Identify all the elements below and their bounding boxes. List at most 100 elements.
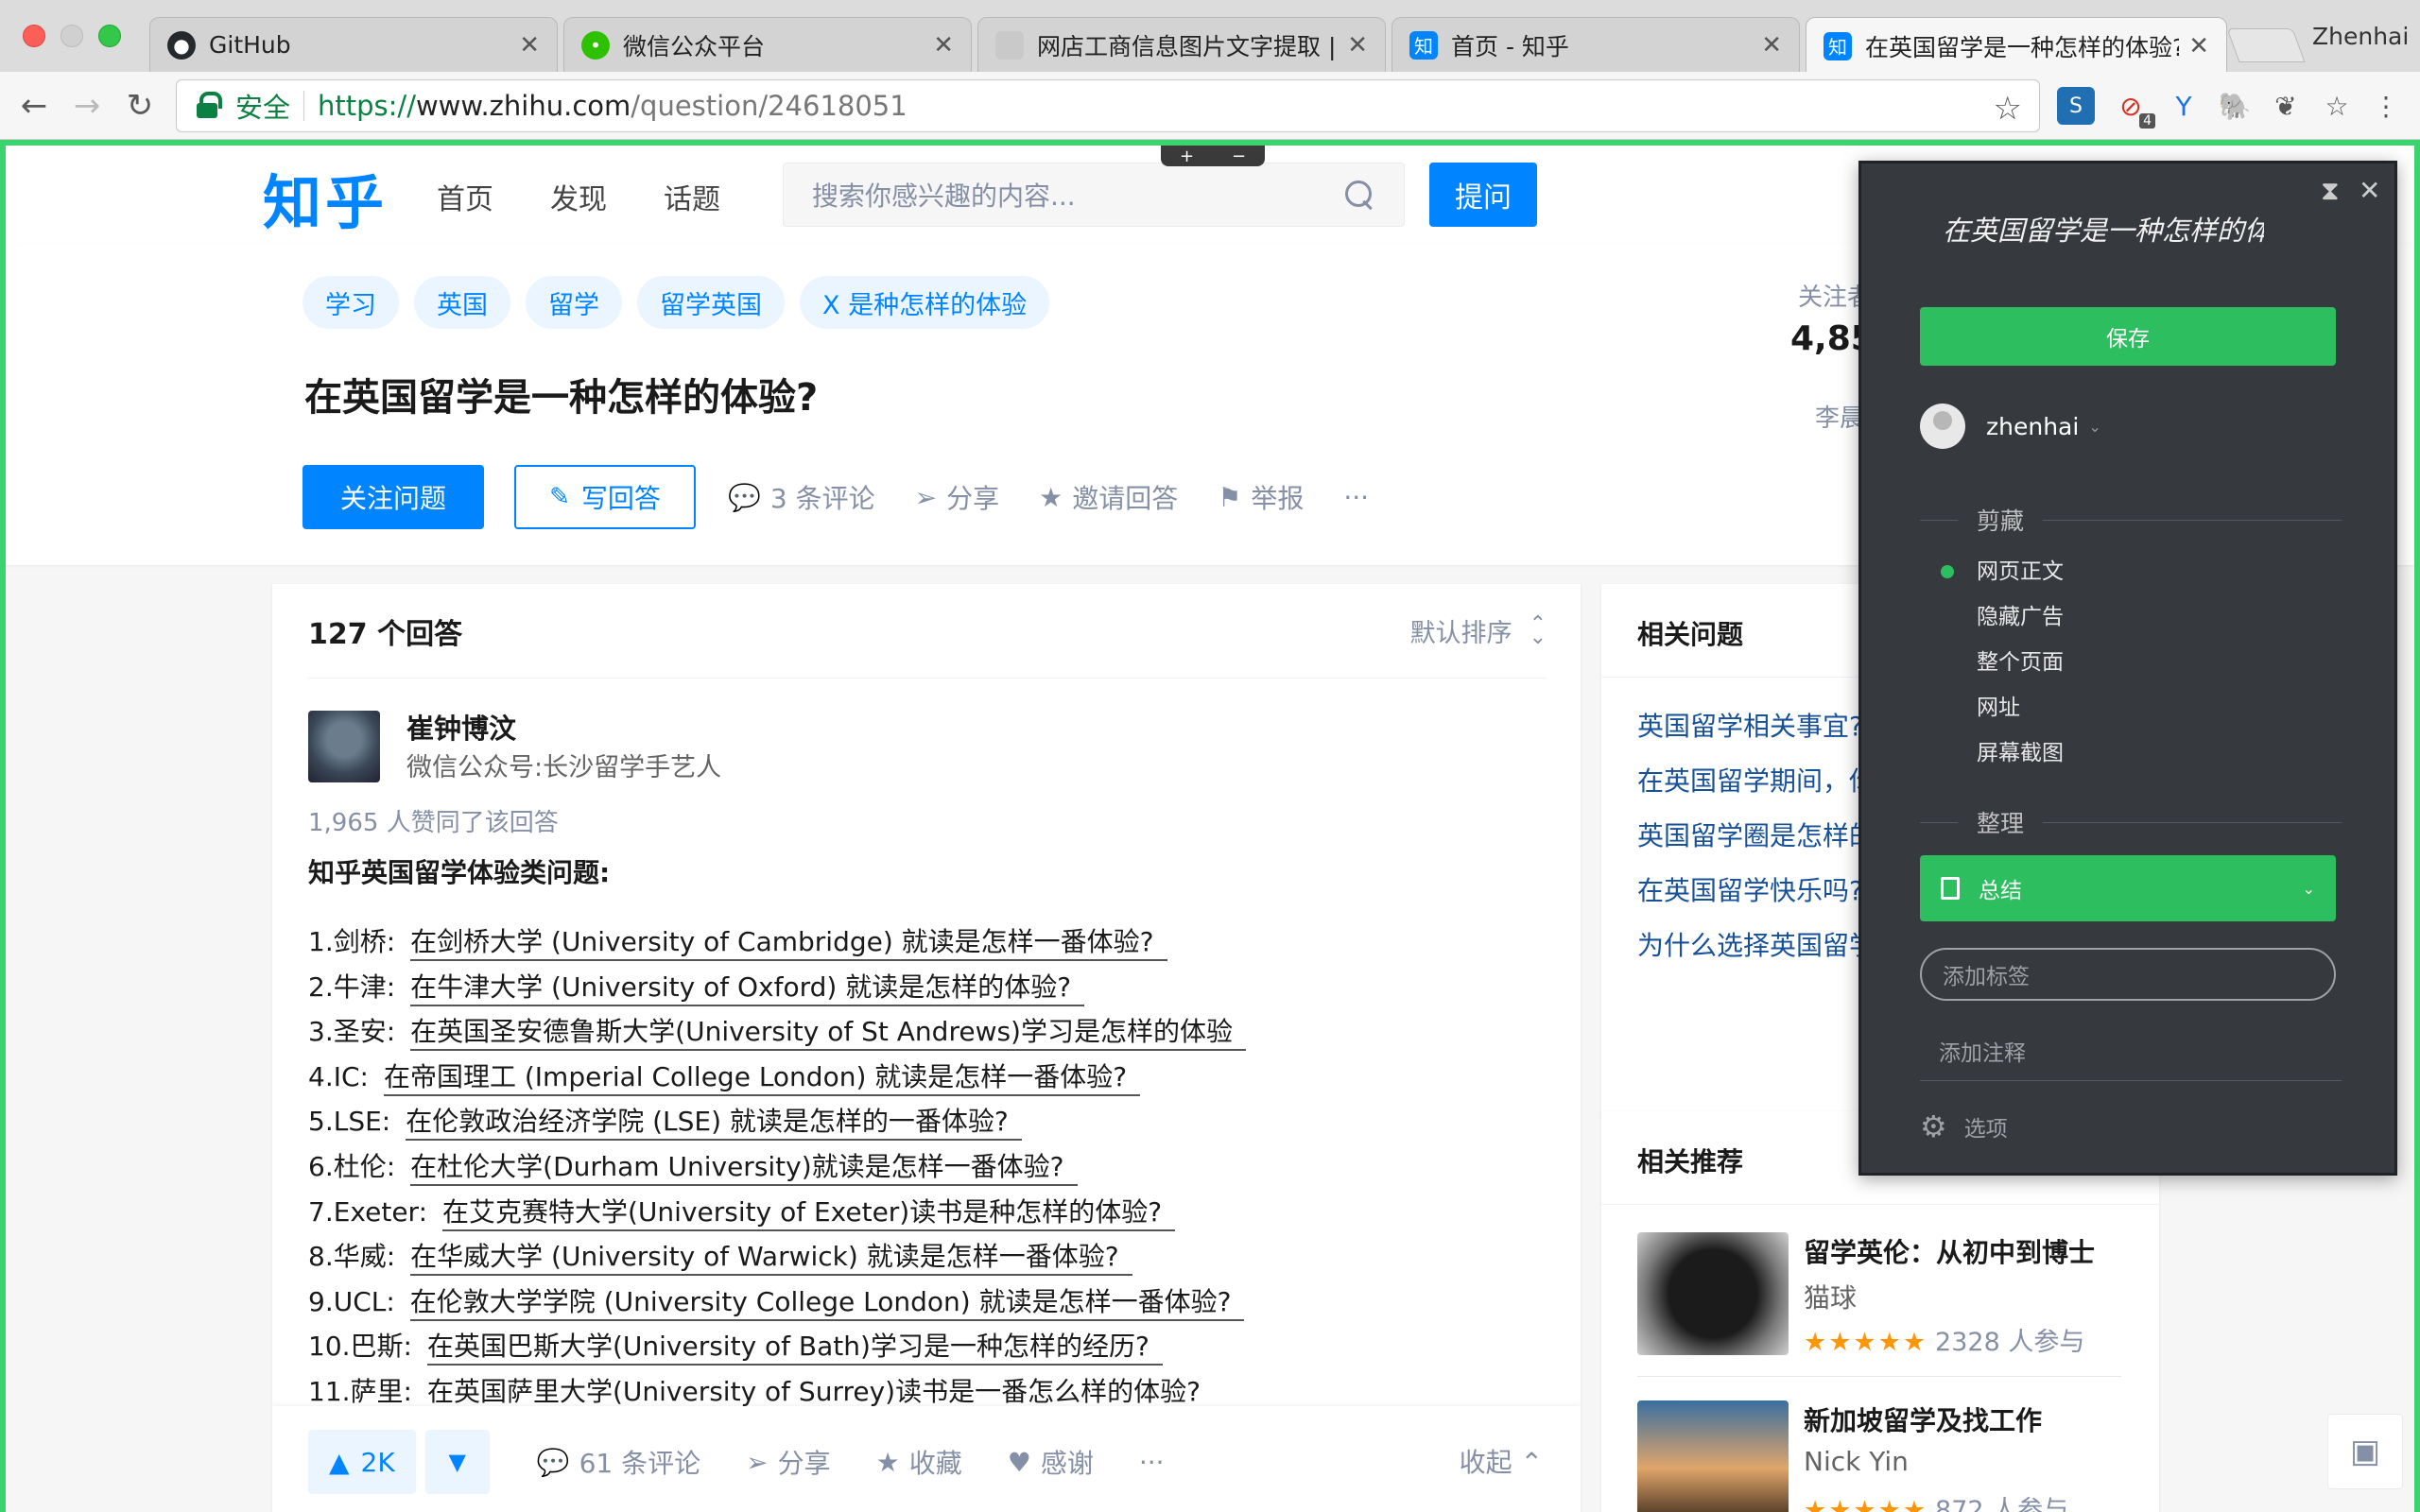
comments-label: 3 条评论 bbox=[769, 483, 875, 514]
profile-name[interactable]: Zhenhai bbox=[2312, 23, 2409, 50]
avatar[interactable] bbox=[308, 711, 380, 782]
zhihu-logo[interactable]: 知乎 bbox=[263, 155, 388, 240]
minus-icon[interactable]: − bbox=[1232, 146, 1246, 166]
answer-comments-button[interactable]: 💬 61 条评论 bbox=[537, 1443, 700, 1481]
tab-github[interactable]: ● GitHub ✕ bbox=[149, 17, 558, 72]
sort-dropdown[interactable]: 默认排序 ⌃ ⌄ bbox=[1410, 612, 1547, 649]
tab-zhihu-home[interactable]: 知 首页 - 知乎 ✕ bbox=[1392, 17, 1800, 72]
nav-explore[interactable]: 发现 bbox=[550, 176, 607, 217]
evernote-web-clipper-icon[interactable]: ❦ bbox=[2267, 87, 2305, 125]
topic-tag[interactable]: 英国 bbox=[414, 276, 510, 329]
topic-tag[interactable]: 留学英国 bbox=[637, 276, 785, 329]
evernote-extension-icon[interactable]: 🐘 bbox=[2216, 87, 2254, 125]
new-tab-button[interactable] bbox=[2226, 28, 2306, 62]
window-minimize-button[interactable] bbox=[60, 25, 83, 47]
question-link[interactable]: 在伦敦政治经济学院 (LSE) 就读是怎样的一番体验? bbox=[406, 1106, 1022, 1142]
close-icon[interactable]: ✕ bbox=[1347, 31, 1368, 60]
invite-answer-button[interactable]: ★ 邀请回答 bbox=[1039, 478, 1178, 516]
bookmark-star-icon[interactable]: ☆ bbox=[1994, 90, 2022, 128]
topic-tag[interactable]: X 是种怎样的体验 bbox=[800, 276, 1050, 329]
write-answer-button[interactable]: ✎ 写回答 bbox=[514, 465, 696, 529]
thanks-label: 感谢 bbox=[1040, 1448, 1094, 1479]
recommend-item[interactable]: 留学英伦：从初中到博士 猫球 ★★★★★ 2328 人参与 bbox=[1637, 1232, 2121, 1377]
answer-share-button[interactable]: ➢ 分享 bbox=[746, 1443, 830, 1481]
question-link[interactable]: 在杜伦大学(Durham University)就读是怎样一番体验? bbox=[410, 1150, 1078, 1186]
follow-question-button[interactable]: 关注问题 bbox=[302, 465, 484, 529]
clip-title-input[interactable]: 在英国留学是一种怎样的体 bbox=[1943, 209, 2264, 249]
account-switcher[interactable]: zhenhai ⌄ bbox=[1920, 404, 2101, 449]
back-icon[interactable]: ← bbox=[13, 85, 55, 127]
collapse-button[interactable]: 收起 ⌃ bbox=[1460, 1442, 1543, 1480]
zhihu-icon: 知 bbox=[1824, 31, 1852, 60]
collect-button[interactable]: ★ 收藏 bbox=[876, 1443, 962, 1481]
screenshot-extension-icon[interactable]: S bbox=[2057, 87, 2095, 125]
close-icon[interactable]: ✕ bbox=[519, 31, 540, 60]
upvote-button[interactable]: ▲ 2K bbox=[308, 1430, 416, 1494]
extension-badge: 4 bbox=[2139, 113, 2155, 129]
question-link[interactable]: 在英国萨里大学(University of Surrey)读书是一番怎么样的体验… bbox=[427, 1376, 1214, 1409]
question-link[interactable]: 在伦敦大学学院 (University College London) 就读是怎… bbox=[409, 1285, 1245, 1321]
clip-option-simplified[interactable]: 隐藏广告 bbox=[1977, 594, 2064, 640]
question-link[interactable]: 在华威大学 (University of Warwick) 就读是怎样一番体验? bbox=[410, 1241, 1132, 1277]
question-link[interactable]: 在英国圣安德鲁斯大学(University of St Andrews)学习是怎… bbox=[410, 1016, 1246, 1052]
inbox-float-button[interactable]: ▣ bbox=[2327, 1414, 2403, 1489]
report-button[interactable]: ⚑ 举报 bbox=[1218, 478, 1304, 516]
adblock-extension-icon[interactable]: ⊘ 4 bbox=[2112, 87, 2155, 129]
search-icon[interactable] bbox=[1343, 179, 1375, 211]
wechat-icon: • bbox=[581, 30, 610, 60]
remark-input[interactable]: 添加注释 bbox=[1939, 1035, 2026, 1067]
close-icon[interactable]: ✕ bbox=[2359, 175, 2380, 206]
zhihu-icon: 知 bbox=[1409, 30, 1438, 60]
clipper-drag-handle[interactable]: + − bbox=[1161, 146, 1265, 166]
clip-option-screenshot[interactable]: 屏幕截图 bbox=[1977, 730, 2064, 776]
close-icon[interactable]: ✕ bbox=[933, 31, 954, 60]
question-link[interactable]: 在帝国理工 (Imperial College London) 就读是怎样一番体… bbox=[383, 1060, 1141, 1096]
yoink-extension-icon[interactable]: Y bbox=[2165, 87, 2203, 125]
reload-icon[interactable]: ↻ bbox=[119, 85, 161, 127]
vote-summary[interactable]: 1,965 人赞同了该回答 bbox=[308, 803, 559, 838]
tab-shop-ocr[interactable]: 网店工商信息图片文字提取 | 讯 ✕ bbox=[977, 17, 1386, 72]
star-icon[interactable]: ☆ bbox=[2318, 87, 2356, 125]
answer-count: 127 个回答 bbox=[308, 617, 463, 651]
window-close-button[interactable] bbox=[23, 25, 45, 47]
more-button[interactable]: ··· bbox=[1343, 482, 1369, 513]
question-link[interactable]: 在剑桥大学 (University of Cambridge) 就读是怎样一番体… bbox=[410, 926, 1167, 961]
search-input[interactable]: 搜索你感兴趣的内容... bbox=[783, 163, 1405, 227]
question-link[interactable]: 在艾克赛特大学(University of Exeter)读书是种怎样的体验? bbox=[442, 1195, 1176, 1231]
clip-option-article[interactable]: 网页正文 bbox=[1941, 549, 2064, 594]
topic-tag[interactable]: 留学 bbox=[526, 276, 622, 329]
options-button[interactable]: ⚙ 选项 bbox=[1920, 1108, 2008, 1144]
notebook-select[interactable]: 总结 ⌄ bbox=[1920, 855, 2336, 921]
author-name[interactable]: 崔钟博汶 bbox=[406, 707, 516, 747]
forward-icon[interactable]: → bbox=[66, 85, 108, 127]
window-zoom-button[interactable] bbox=[98, 25, 121, 47]
plus-icon[interactable]: + bbox=[1180, 146, 1194, 166]
topic-tag[interactable]: 学习 bbox=[302, 276, 399, 329]
nav-home[interactable]: 首页 bbox=[437, 176, 493, 217]
thanks-button[interactable]: ♥ 感谢 bbox=[1008, 1443, 1094, 1481]
invite-icon: ★ bbox=[1039, 481, 1063, 513]
question-link[interactable]: 在牛津大学 (University of Oxford) 就读是怎样的体验? bbox=[410, 971, 1085, 1006]
clip-option-bookmark[interactable]: 网址 bbox=[1977, 685, 2064, 730]
answer-more-button[interactable]: ··· bbox=[1139, 1447, 1165, 1478]
save-button[interactable]: 保存 bbox=[1920, 307, 2336, 366]
clip-option-full-page[interactable]: 整个页面 bbox=[1977, 640, 2064, 685]
address-bar[interactable]: 安全 https://www.zhihu.com/question/246180… bbox=[176, 79, 2040, 132]
tab-zhihu-question[interactable]: 知 在英国留学是一种怎样的体验? ✕ bbox=[1806, 17, 2227, 74]
tags-input[interactable]: 添加标签 bbox=[1920, 948, 2336, 1001]
side-author-name[interactable]: 李晨 bbox=[1815, 399, 1864, 434]
comments-button[interactable]: 💬 3 条评论 bbox=[728, 478, 875, 516]
question-link[interactable]: 在英国巴斯大学(University of Bath)学习是一种怎样的经历? bbox=[426, 1331, 1163, 1366]
menu-icon[interactable]: ⋮ bbox=[2367, 87, 2405, 125]
close-icon[interactable]: ✕ bbox=[2188, 32, 2209, 60]
ask-question-button[interactable]: 提问 bbox=[1429, 163, 1537, 227]
recommend-item[interactable]: 新加坡留学及找工作 Nick Yin ★★★★★ 872 人参与 bbox=[1637, 1400, 2121, 1512]
tab-wechat[interactable]: • 微信公众平台 ✕ bbox=[563, 17, 972, 72]
nav-topics[interactable]: 话题 bbox=[664, 176, 720, 217]
collapse-panel-icon[interactable]: ⧗ bbox=[2321, 175, 2340, 207]
tab-title: GitHub bbox=[209, 31, 291, 59]
downvote-button[interactable]: ▼ bbox=[424, 1430, 490, 1494]
share-button[interactable]: ➢ 分享 bbox=[915, 478, 999, 516]
close-icon[interactable]: ✕ bbox=[1761, 31, 1782, 60]
answers-header: 127 个回答 默认排序 ⌃ ⌄ bbox=[308, 584, 1547, 679]
